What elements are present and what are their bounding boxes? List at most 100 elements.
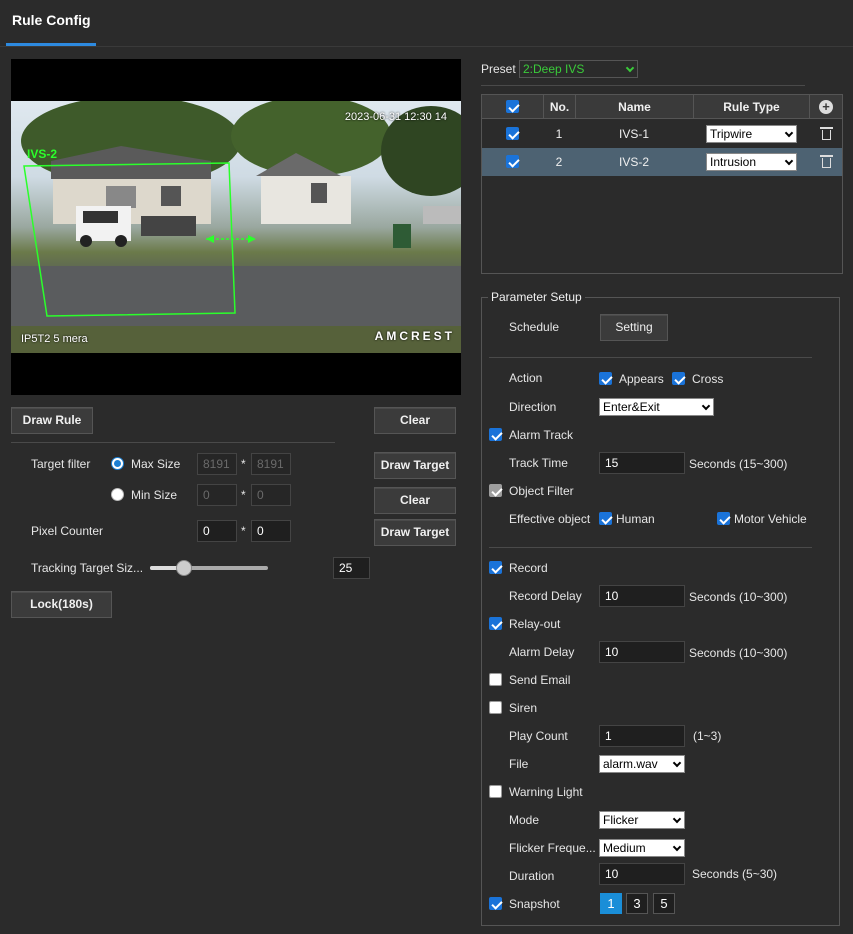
pixel-width-input[interactable]: 0 — [197, 520, 237, 542]
motor-vehicle-label: Motor Vehicle — [734, 512, 807, 526]
table-row[interactable]: 1 IVS-1 Tripwire — [482, 120, 842, 148]
file-select[interactable]: alarm.wav — [599, 755, 685, 773]
relay-out-label: Relay-out — [509, 617, 561, 631]
record-label: Record — [509, 561, 548, 575]
pixel-counter-label: Pixel Counter — [31, 524, 104, 538]
mode-select[interactable]: Flicker — [599, 811, 685, 829]
action-label: Action — [509, 371, 543, 385]
chevron-down-icon — [672, 758, 682, 768]
track-time-input[interactable]: 15 — [599, 452, 685, 474]
osd-timestamp: 2023-06-31 12:30 14 — [344, 111, 447, 123]
warning-light-checkbox[interactable] — [489, 785, 502, 798]
send-email-checkbox[interactable] — [489, 673, 502, 686]
draw-target-pixel-button[interactable]: Draw Target — [374, 519, 456, 546]
row-checkbox[interactable] — [506, 155, 519, 168]
snapshot-option-1[interactable]: 1 — [600, 893, 622, 914]
left-divider — [11, 442, 335, 443]
alarm-track-label: Alarm Track — [509, 428, 574, 442]
max-size-separator: * — [241, 457, 246, 471]
max-size-label: Max Size — [131, 457, 181, 471]
amcrest-logo: AMCREST — [374, 329, 455, 343]
duration-label: Duration — [509, 869, 555, 883]
table-row[interactable]: 2 IVS-2 Intrusion — [482, 148, 842, 176]
record-delay-hint: Seconds (10~300) — [689, 590, 788, 604]
draw-rule-button[interactable]: Draw Rule — [11, 407, 93, 434]
effective-object-label: Effective object — [509, 512, 591, 526]
min-height-input[interactable]: 0 — [251, 484, 291, 506]
max-size-radio[interactable] — [111, 457, 124, 470]
target-filter-label: Target filter — [31, 457, 91, 471]
file-value: alarm.wav — [603, 757, 658, 771]
duration-hint: Seconds (5~30) — [692, 867, 778, 881]
object-filter-checkbox[interactable] — [489, 484, 502, 497]
mode-label: Mode — [509, 813, 540, 827]
tab-rule-config[interactable]: Rule Config — [12, 12, 91, 28]
parameter-setup-legend: Parameter Setup — [488, 290, 585, 304]
tracking-size-slider[interactable] — [150, 560, 268, 576]
play-count-label: Play Count — [509, 729, 568, 743]
pixel-height-input[interactable]: 0 — [251, 520, 291, 542]
pixel-separator: * — [241, 524, 246, 538]
snapshot-option-3[interactable]: 3 — [626, 893, 648, 914]
direction-select[interactable]: Enter&Exit — [599, 398, 714, 416]
duration-input[interactable]: 10 — [599, 863, 685, 885]
play-count-input[interactable]: 1 — [599, 725, 685, 747]
clear-target-button[interactable]: Clear — [374, 487, 456, 514]
rule-table-header: No. Name Rule Type + — [482, 95, 842, 119]
cross-checkbox[interactable] — [672, 372, 685, 385]
preset-label: Preset — [481, 62, 516, 76]
delete-rule-icon[interactable] — [820, 127, 833, 140]
clear-rule-button[interactable]: Clear — [374, 407, 456, 434]
select-all-checkbox[interactable] — [506, 100, 519, 113]
snapshot-checkbox[interactable] — [489, 897, 502, 910]
row-name: IVS-1 — [618, 127, 649, 141]
human-checkbox[interactable] — [599, 512, 612, 525]
snapshot-option-5[interactable]: 5 — [653, 893, 675, 914]
preset-select[interactable]: 2:Deep IVS — [519, 60, 638, 78]
appears-label: Appears — [619, 372, 664, 386]
param-divider — [489, 357, 812, 358]
track-time-hint: Seconds (15~300) — [689, 457, 788, 471]
tracking-size-input[interactable]: 25 — [333, 557, 370, 579]
header-add: + — [809, 95, 842, 119]
chevron-down-icon — [701, 401, 711, 411]
record-checkbox[interactable] — [489, 561, 502, 574]
min-size-radio[interactable] — [111, 488, 124, 501]
max-width-input[interactable]: 8191 — [197, 453, 237, 475]
alarm-delay-input[interactable]: 10 — [599, 641, 685, 663]
video-preview[interactable]: IVS-2 2023-06-31 12:30 14 IP5T2 5 mera A… — [11, 59, 461, 395]
record-delay-input[interactable]: 10 — [599, 585, 685, 607]
min-size-separator: * — [241, 488, 246, 502]
lock-button[interactable]: Lock(180s) — [11, 591, 112, 618]
mode-value: Flicker — [603, 813, 639, 827]
flicker-frequency-label: Flicker Freque... — [509, 841, 596, 855]
flicker-frequency-value: Medium — [603, 841, 646, 855]
rule-type-select[interactable]: Tripwire — [706, 125, 797, 143]
add-rule-icon[interactable]: + — [819, 100, 833, 114]
scene-drawing — [11, 101, 461, 353]
param-divider — [489, 547, 812, 548]
schedule-setting-button[interactable]: Setting — [600, 314, 668, 341]
chevron-down-icon — [784, 128, 794, 138]
osd-camera-name: IP5T2 5 mera — [21, 333, 88, 345]
rule-table: No. Name Rule Type + 1 IVS-1 Tripwire 2 … — [481, 94, 843, 274]
slider-thumb[interactable] — [175, 560, 192, 576]
rule-type-value: Tripwire — [710, 127, 753, 141]
flicker-frequency-select[interactable]: Medium — [599, 839, 685, 857]
max-height-input[interactable]: 8191 — [251, 453, 291, 475]
row-name: IVS-2 — [618, 155, 649, 169]
chevron-down-icon — [784, 156, 794, 166]
min-width-input[interactable]: 0 — [197, 484, 237, 506]
motor-vehicle-checkbox[interactable] — [717, 512, 730, 525]
row-no: 1 — [555, 127, 563, 141]
file-label: File — [509, 757, 529, 771]
relay-out-checkbox[interactable] — [489, 617, 502, 630]
delete-rule-icon[interactable] — [820, 155, 833, 168]
appears-checkbox[interactable] — [599, 372, 612, 385]
row-checkbox[interactable] — [506, 127, 519, 140]
rule-type-select[interactable]: Intrusion — [706, 153, 797, 171]
human-label: Human — [616, 512, 655, 526]
draw-target-max-button[interactable]: Draw Target — [374, 452, 456, 479]
siren-checkbox[interactable] — [489, 701, 502, 714]
alarm-track-checkbox[interactable] — [489, 428, 502, 441]
